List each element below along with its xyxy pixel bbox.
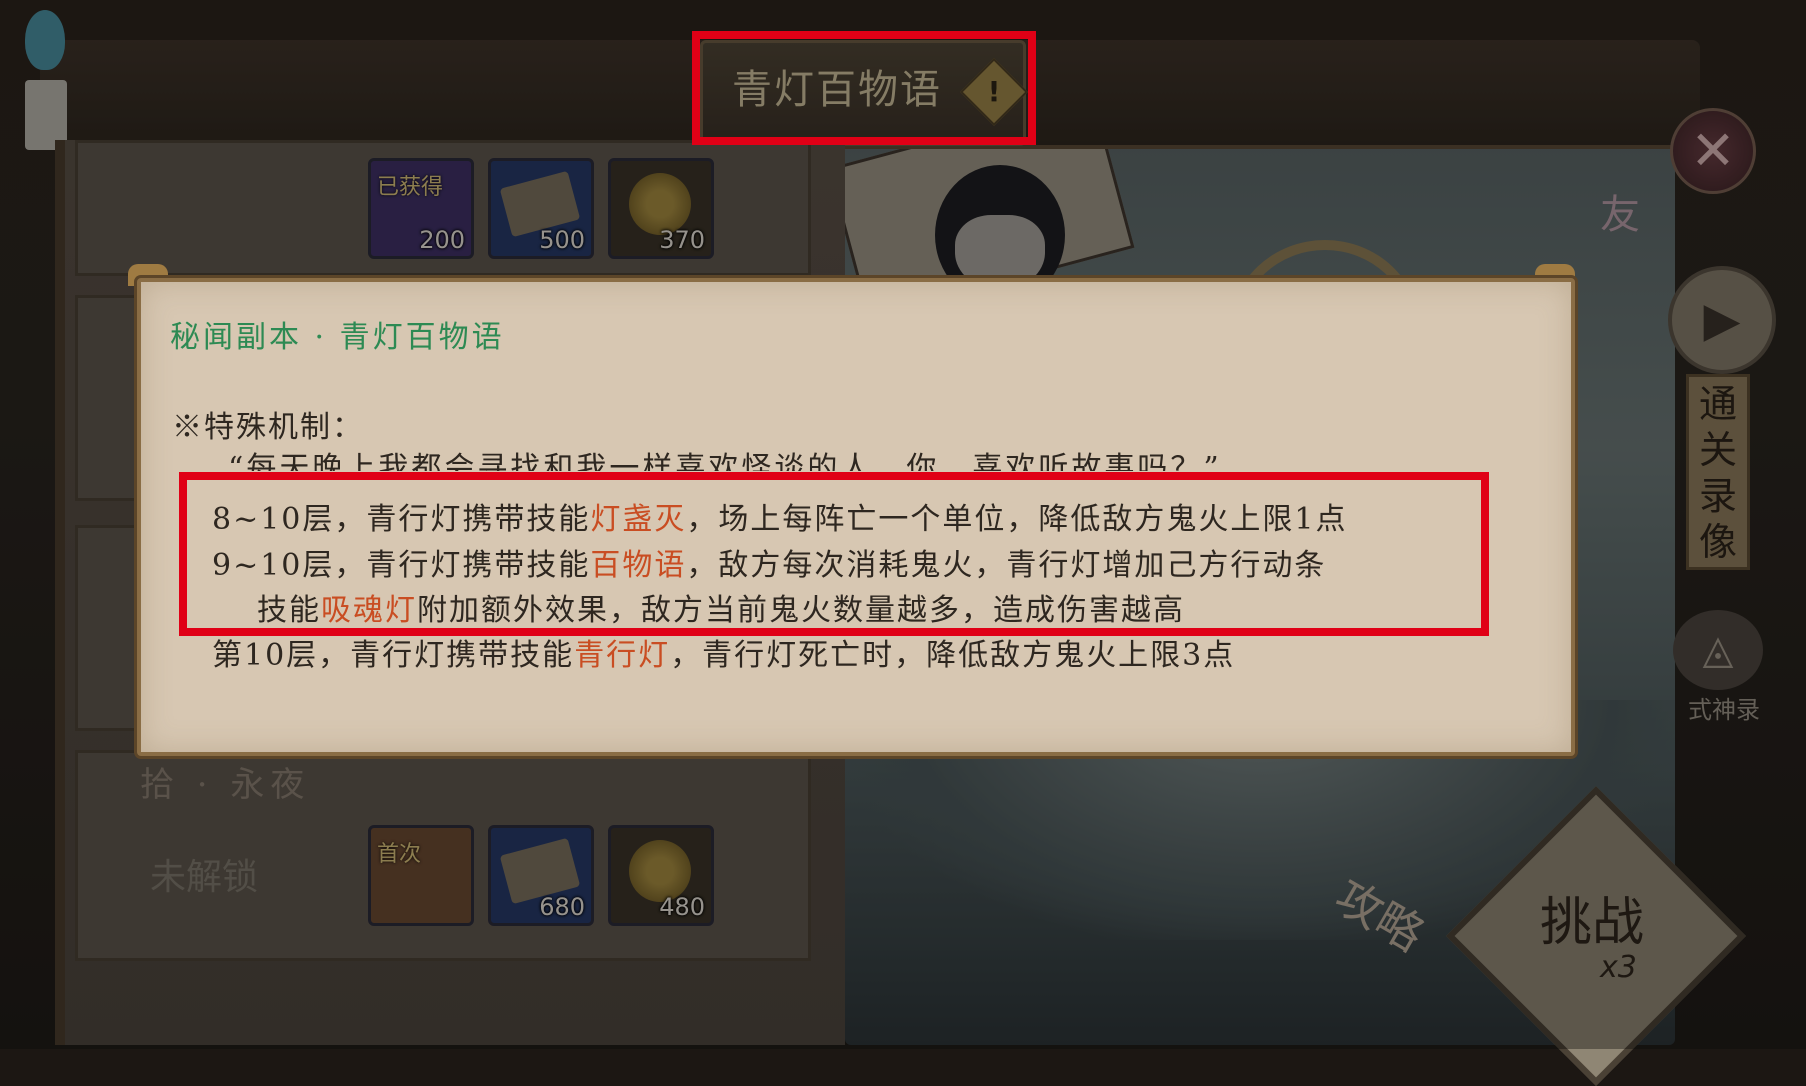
mechanic-line: 第10层，青行灯携带技能青行灯，青行灯死亡时，降低敌方鬼火上限3点 [212, 638, 1236, 673]
boss-quote: “每天晚上我都会寻找和我一样喜欢怪谈的人，你，喜欢听故事吗？” [228, 451, 1222, 471]
skill-name: 青行灯 [574, 638, 671, 673]
mechanic-heading: ※特殊机制： [172, 410, 364, 445]
dialog-title: 秘闻副本 · 青灯百物语 [170, 320, 505, 355]
annotation-box-title [692, 31, 1036, 145]
annotation-box-rules [179, 472, 1489, 636]
